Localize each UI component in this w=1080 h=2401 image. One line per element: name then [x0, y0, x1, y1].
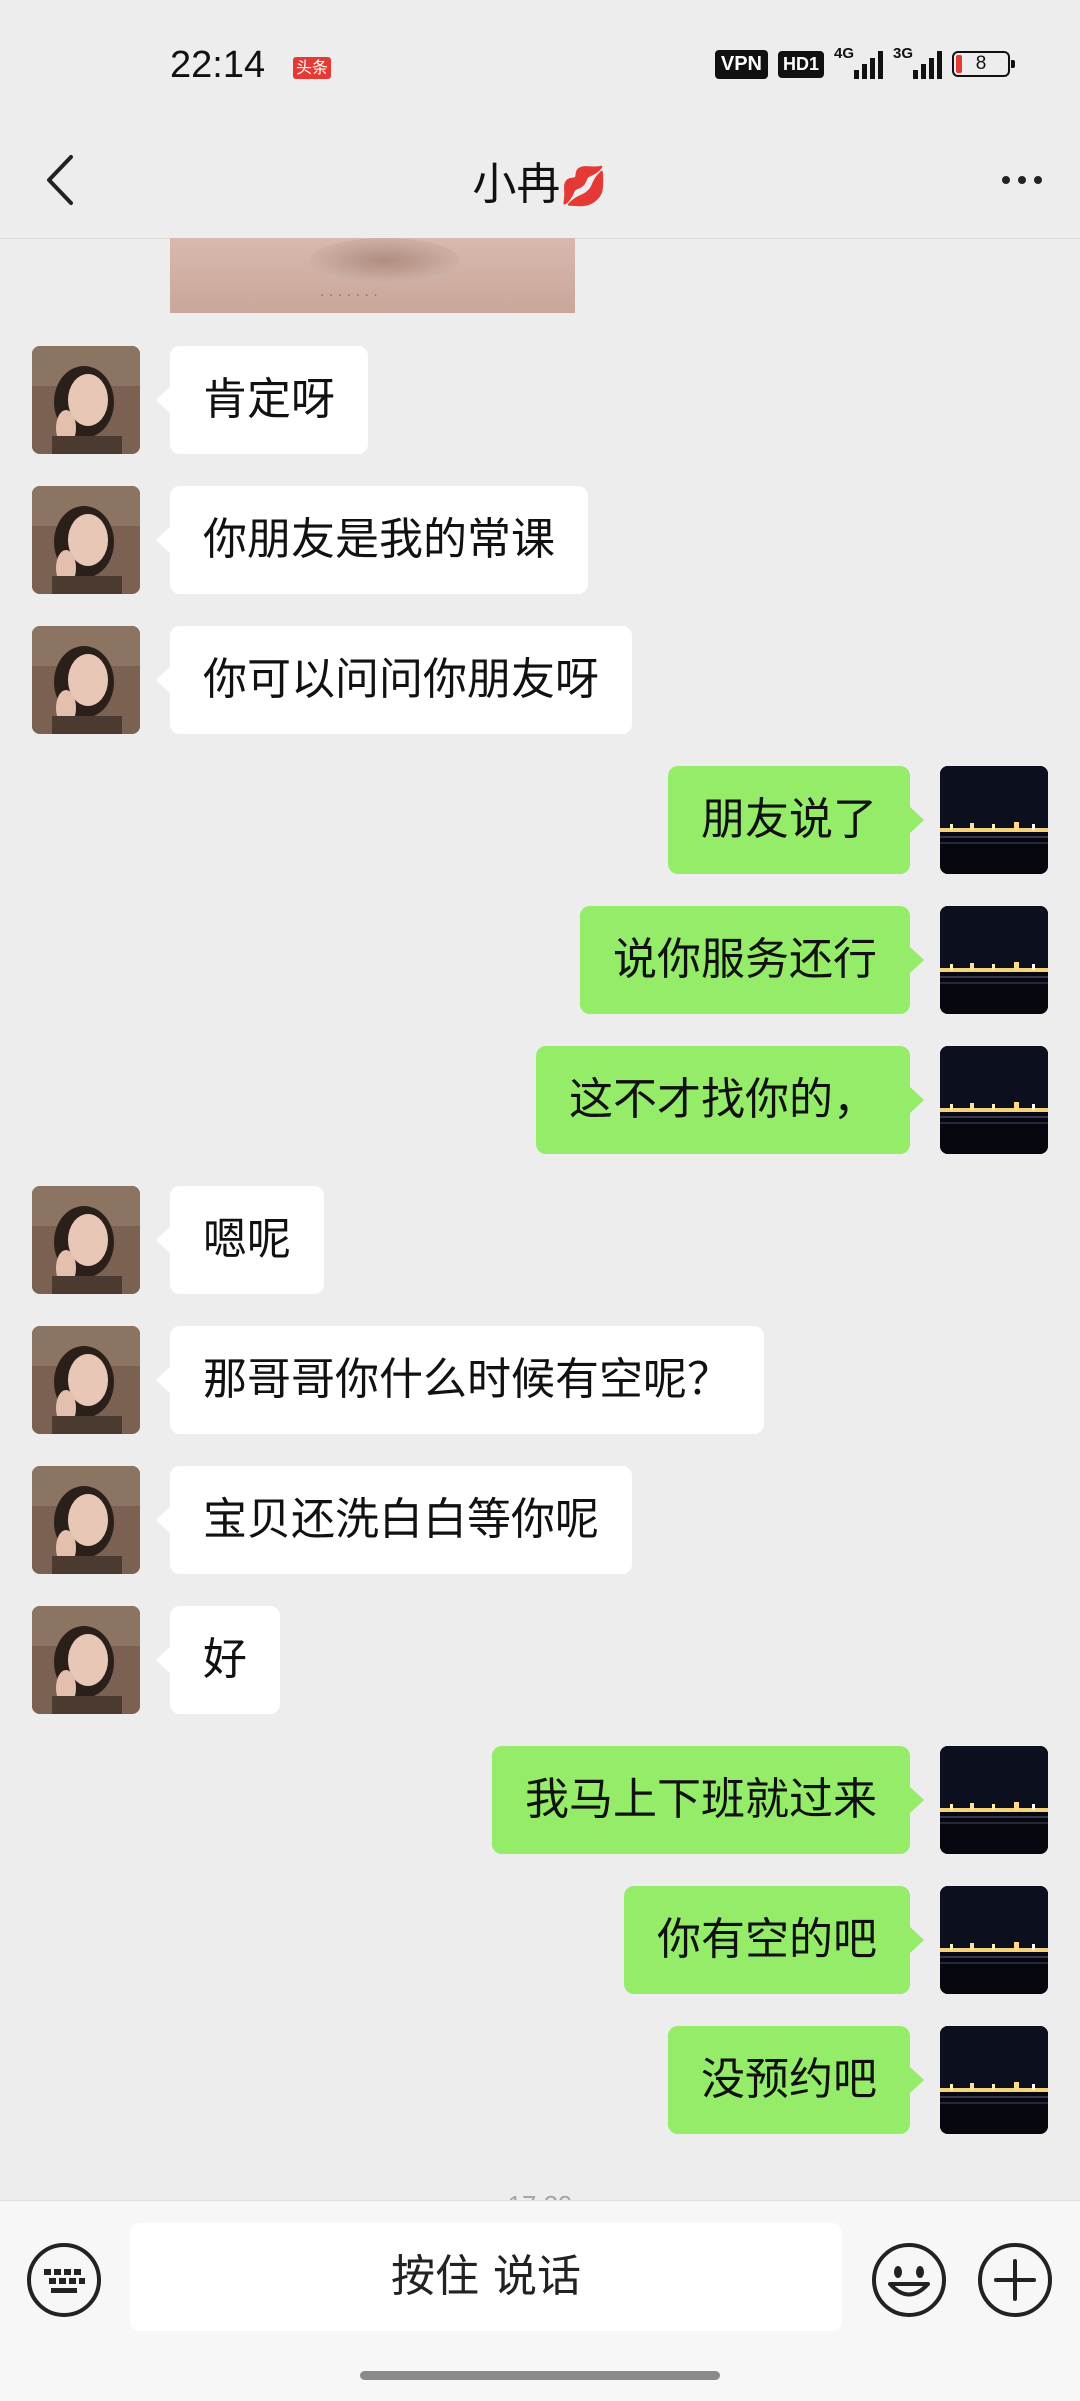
- outgoing-message-bubble[interactable]: 没预约吧: [668, 2026, 924, 2134]
- outgoing-message-bubble[interactable]: 你有空的吧: [624, 1886, 924, 1994]
- outgoing-message-bubble[interactable]: 朋友说了: [668, 766, 924, 874]
- status-time: 22:14: [170, 44, 266, 86]
- my-avatar[interactable]: [940, 906, 1048, 1014]
- incoming-message-row: 肯定呀: [0, 346, 1080, 454]
- hold-to-talk-button[interactable]: 按住 说话: [130, 2223, 842, 2331]
- incoming-message-row: 你可以问问你朋友呀: [0, 626, 1080, 734]
- chat-header: 小冉💋: [0, 130, 1080, 239]
- signal-4g-icon: 4G: [834, 45, 883, 79]
- outgoing-message-row: 没预约吧: [0, 2026, 1080, 2134]
- outgoing-message-bubble[interactable]: 这不才找你的，: [536, 1046, 924, 1154]
- input-bar: 按住 说话: [0, 2200, 1080, 2401]
- keyboard-icon[interactable]: [25, 2241, 103, 2319]
- outgoing-message-row: 这不才找你的，: [0, 1046, 1080, 1154]
- vpn-icon: VPN: [714, 49, 768, 79]
- outgoing-message-row: 说你服务还行: [0, 906, 1080, 1014]
- incoming-message-bubble[interactable]: 你朋友是我的常课: [156, 486, 588, 594]
- image-watermark: · · · · · · ·: [320, 288, 378, 304]
- incoming-message-bubble[interactable]: 好: [156, 1606, 280, 1714]
- emoji-icon[interactable]: [870, 2241, 948, 2319]
- contact-avatar[interactable]: [32, 1186, 140, 1294]
- battery-icon: 8: [952, 51, 1015, 77]
- outgoing-message-row: 我马上下班就过来: [0, 1746, 1080, 1854]
- signal-3g-icon: 3G: [893, 45, 942, 79]
- incoming-message-row: 宝贝还洗白白等你呢: [0, 1466, 1080, 1574]
- outgoing-message-row: 朋友说了: [0, 766, 1080, 874]
- chat-title: 小冉💋: [0, 148, 1080, 212]
- outgoing-message-bubble[interactable]: 我马上下班就过来: [492, 1746, 924, 1854]
- status-bar: 22:14 头条 VPN HD1 4G 3G 8: [0, 0, 1080, 130]
- hd-icon: HD1: [777, 50, 824, 78]
- home-indicator[interactable]: [360, 2371, 720, 2380]
- incoming-message-bubble[interactable]: 宝贝还洗白白等你呢: [156, 1466, 632, 1574]
- incoming-message-bubble[interactable]: 肯定呀: [156, 346, 368, 454]
- outgoing-message-bubble[interactable]: 说你服务还行: [580, 906, 924, 1014]
- my-avatar[interactable]: [940, 1046, 1048, 1154]
- status-icons: VPN HD1 4G 3G 8: [714, 45, 1015, 79]
- plus-icon[interactable]: [976, 2241, 1054, 2319]
- my-avatar[interactable]: [940, 1886, 1048, 1994]
- incoming-message-row: 好: [0, 1606, 1080, 1714]
- my-avatar[interactable]: [940, 2026, 1048, 2134]
- incoming-message-row: 那哥哥你什么时候有空呢？: [0, 1326, 1080, 1434]
- my-avatar[interactable]: [940, 766, 1048, 874]
- kiss-emoji-icon: 💋: [560, 164, 608, 208]
- toutiao-notification-icon: 头条: [293, 57, 331, 79]
- message-timestamp: 17:29: [0, 2190, 1080, 2200]
- contact-avatar[interactable]: [32, 626, 140, 734]
- incoming-message-bubble[interactable]: 你可以问问你朋友呀: [156, 626, 632, 734]
- contact-avatar[interactable]: [32, 1466, 140, 1574]
- image-message[interactable]: · · · · · · ·: [170, 238, 575, 313]
- battery-level: 8: [975, 53, 987, 74]
- contact-avatar[interactable]: [32, 486, 140, 594]
- more-dots-icon[interactable]: [992, 155, 1052, 205]
- outgoing-message-row: 你有空的吧: [0, 1886, 1080, 1994]
- incoming-message-row: 你朋友是我的常课: [0, 486, 1080, 594]
- contact-avatar[interactable]: [32, 1326, 140, 1434]
- incoming-message-row: 嗯呢: [0, 1186, 1080, 1294]
- incoming-message-bubble[interactable]: 嗯呢: [156, 1186, 324, 1294]
- contact-avatar[interactable]: [32, 1606, 140, 1714]
- contact-avatar[interactable]: [32, 346, 140, 454]
- chat-messages[interactable]: · · · · · · · 肯定呀你朋友是我的常课 你可以问问你朋友呀 朋友说了说你…: [0, 238, 1080, 2200]
- contact-name: 小冉: [472, 159, 561, 210]
- incoming-message-bubble[interactable]: 那哥哥你什么时候有空呢？: [156, 1326, 764, 1434]
- my-avatar[interactable]: [940, 1746, 1048, 1854]
